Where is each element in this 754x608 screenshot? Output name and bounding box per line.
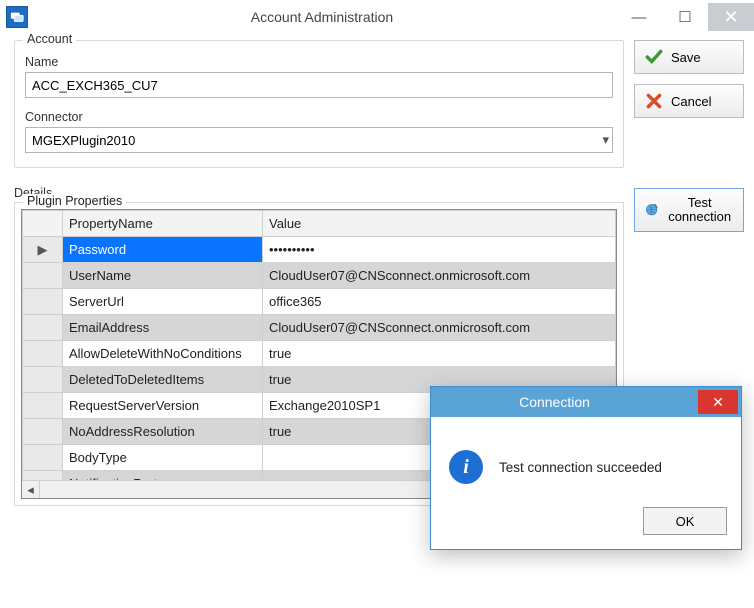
property-name-cell[interactable]: UserName bbox=[63, 263, 263, 289]
account-legend: Account bbox=[23, 32, 76, 46]
name-label: Name bbox=[25, 55, 613, 69]
window-title: Account Administration bbox=[28, 9, 616, 25]
table-row[interactable]: AllowDeleteWithNoConditionstrue bbox=[23, 341, 616, 367]
app-icon bbox=[6, 6, 28, 28]
info-icon: i bbox=[449, 450, 483, 484]
connector-select[interactable] bbox=[25, 127, 613, 153]
property-value-cell[interactable]: CloudUser07@CNSconnect.onmicrosoft.com bbox=[263, 315, 616, 341]
property-name-cell[interactable]: EmailAddress bbox=[63, 315, 263, 341]
property-value-cell[interactable]: office365 bbox=[263, 289, 616, 315]
connection-dialog: Connection ✕ i Test connection succeeded… bbox=[430, 386, 742, 550]
property-name-cell[interactable]: Password bbox=[63, 237, 263, 263]
connector-label: Connector bbox=[25, 110, 613, 124]
save-label: Save bbox=[671, 50, 701, 65]
save-button[interactable]: Save bbox=[634, 40, 744, 74]
row-header-cell[interactable]: ▶ bbox=[23, 237, 63, 263]
titlebar: Account Administration — ☐ ✕ bbox=[0, 0, 754, 34]
row-header-cell[interactable] bbox=[23, 445, 63, 471]
property-name-cell[interactable]: DeletedToDeletedItems bbox=[63, 367, 263, 393]
col-rowheader[interactable] bbox=[23, 211, 63, 237]
property-name-cell[interactable]: ServerUrl bbox=[63, 289, 263, 315]
dialog-title: Connection bbox=[441, 394, 698, 410]
close-button[interactable]: ✕ bbox=[708, 3, 754, 31]
minimize-button[interactable]: — bbox=[616, 3, 662, 31]
property-name-cell[interactable]: NoAddressResolution bbox=[63, 419, 263, 445]
dialog-message: Test connection succeeded bbox=[499, 460, 662, 475]
maximize-button[interactable]: ☐ bbox=[662, 3, 708, 31]
table-row[interactable]: EmailAddressCloudUser07@CNSconnect.onmic… bbox=[23, 315, 616, 341]
cancel-label: Cancel bbox=[671, 94, 711, 109]
account-group: Account Name Connector ▾ bbox=[14, 40, 624, 168]
table-row[interactable]: ▶Password•••••••••• bbox=[23, 237, 616, 263]
dialog-titlebar: Connection ✕ bbox=[431, 387, 741, 417]
table-row[interactable]: UserNameCloudUser07@CNSconnect.onmicroso… bbox=[23, 263, 616, 289]
property-value-cell[interactable]: true bbox=[263, 341, 616, 367]
window-controls: — ☐ ✕ bbox=[616, 3, 754, 31]
property-name-cell[interactable]: NotificationPort bbox=[63, 471, 263, 481]
property-value-cell[interactable]: •••••••••• bbox=[263, 237, 616, 263]
cancel-button[interactable]: Cancel bbox=[634, 84, 744, 118]
scroll-left-icon[interactable]: ◂ bbox=[22, 481, 40, 499]
row-header-cell[interactable] bbox=[23, 419, 63, 445]
row-header-cell[interactable] bbox=[23, 367, 63, 393]
col-propertyname[interactable]: PropertyName bbox=[63, 211, 263, 237]
row-header-cell[interactable] bbox=[23, 289, 63, 315]
check-icon bbox=[645, 48, 663, 66]
globe-refresh-icon bbox=[645, 201, 658, 219]
row-header-cell[interactable] bbox=[23, 263, 63, 289]
property-name-cell[interactable]: RequestServerVersion bbox=[63, 393, 263, 419]
plugin-legend: Plugin Properties bbox=[23, 194, 126, 208]
cancel-icon bbox=[645, 92, 663, 110]
dialog-ok-button[interactable]: OK bbox=[643, 507, 727, 535]
table-row[interactable]: ServerUrloffice365 bbox=[23, 289, 616, 315]
test-connection-button[interactable]: Test connection bbox=[634, 188, 744, 232]
property-name-cell[interactable]: BodyType bbox=[63, 445, 263, 471]
row-header-cell[interactable] bbox=[23, 315, 63, 341]
name-input[interactable] bbox=[25, 72, 613, 98]
row-header-cell[interactable] bbox=[23, 341, 63, 367]
property-name-cell[interactable]: AllowDeleteWithNoConditions bbox=[63, 341, 263, 367]
test-connection-label: Test connection bbox=[666, 196, 733, 225]
row-header-cell[interactable] bbox=[23, 471, 63, 481]
property-value-cell[interactable]: CloudUser07@CNSconnect.onmicrosoft.com bbox=[263, 263, 616, 289]
dialog-close-button[interactable]: ✕ bbox=[698, 390, 738, 414]
col-value[interactable]: Value bbox=[263, 211, 616, 237]
row-header-cell[interactable] bbox=[23, 393, 63, 419]
